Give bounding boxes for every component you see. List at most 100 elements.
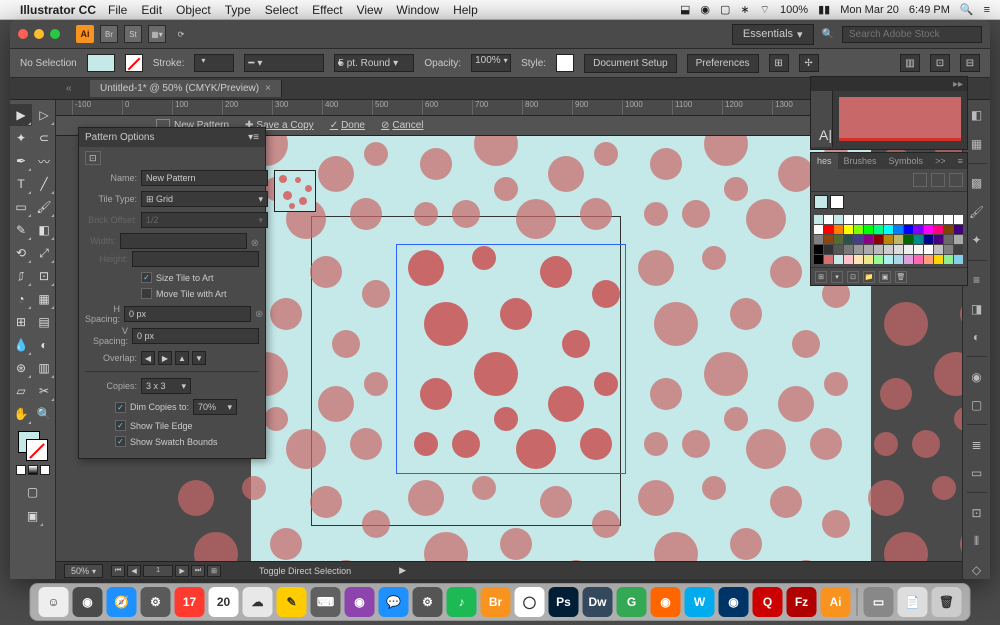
fill-swatch[interactable] (87, 54, 115, 72)
current-fill-swatch[interactable] (814, 195, 828, 209)
swatch-cell[interactable] (944, 225, 953, 234)
swatch-options-icon[interactable]: ⊡ (847, 271, 859, 283)
swatch-cell[interactable] (904, 245, 913, 254)
dock-layers-icon[interactable]: ≣ (967, 435, 987, 454)
zoom-level[interactable]: 50% (64, 564, 103, 578)
swatch-cell[interactable] (914, 215, 923, 224)
spotlight-icon[interactable]: 🔍 (960, 3, 974, 16)
swatch-cell[interactable] (864, 255, 873, 264)
dock-brushes-icon[interactable]: 🖌 (967, 203, 987, 222)
status-play-icon[interactable]: ▶ (399, 565, 406, 576)
swatch-cell[interactable] (834, 255, 843, 264)
swatch-cell[interactable] (844, 215, 853, 224)
eraser-tool[interactable]: ◧ (33, 219, 55, 241)
swatch-cell[interactable] (894, 225, 903, 234)
dock-styles-icon[interactable]: ▢ (967, 396, 987, 415)
swatch-kind-icon[interactable]: ▾ (831, 271, 843, 283)
dock-app[interactable]: ♪ (447, 587, 477, 617)
graph-tool[interactable]: ▥ (33, 357, 55, 379)
swatch-cell[interactable] (924, 225, 933, 234)
nav-collapse-icon[interactable]: ▸▸ (953, 79, 963, 89)
swatch-cell[interactable] (824, 215, 833, 224)
hand-tool[interactable]: ✋ (10, 403, 32, 425)
swatch-cell[interactable] (924, 215, 933, 224)
dropbox-icon[interactable]: ⬓ (680, 3, 690, 16)
dock-app[interactable]: 20 (209, 587, 239, 617)
swatch-cell[interactable] (834, 215, 843, 224)
close-window-button[interactable] (18, 29, 28, 39)
maximize-window-button[interactable] (50, 29, 60, 39)
swatch-cell[interactable] (864, 245, 873, 254)
new-group-icon[interactable]: 📁 (863, 271, 875, 283)
shaper-tool[interactable]: ✎ (10, 219, 32, 241)
document-tab[interactable]: Untitled-1* @ 50% (CMYK/Preview) × (90, 80, 282, 97)
swatch-cell[interactable] (844, 225, 853, 234)
menu-help[interactable]: Help (453, 3, 478, 17)
lasso-tool[interactable]: ⊂ (33, 127, 55, 149)
mesh-tool[interactable]: ⊞ (10, 311, 32, 333)
align-icon[interactable]: ⊞ (769, 54, 789, 72)
dock-app[interactable]: 17 (175, 587, 205, 617)
dock-transform-icon[interactable]: ◇ (967, 560, 987, 579)
swatch-cell[interactable] (854, 235, 863, 244)
pen-tool[interactable]: ✒ (10, 150, 32, 172)
swatch-cell[interactable] (934, 225, 943, 234)
dock-app[interactable]: ☺ (39, 587, 69, 617)
current-stroke-swatch[interactable] (830, 195, 844, 209)
zoom-tool[interactable]: 🔍 (33, 403, 55, 425)
swatch-cell[interactable] (914, 225, 923, 234)
screen-mode[interactable]: ▣ (22, 505, 44, 527)
swatch-cell[interactable] (894, 245, 903, 254)
dock-app[interactable]: ◯ (515, 587, 545, 617)
swatch-cell[interactable] (874, 235, 883, 244)
swatch-cell[interactable] (824, 235, 833, 244)
dock-appearance-icon[interactable]: ◉ (967, 367, 987, 386)
menu-view[interactable]: View (357, 3, 383, 17)
dock-app[interactable]: Ai (821, 587, 851, 617)
dock-color-icon[interactable]: ◧ (967, 106, 987, 125)
swatch-cell[interactable] (834, 225, 843, 234)
overlap-left[interactable]: ◀ (141, 351, 155, 365)
document-setup-button[interactable]: Document Setup (584, 54, 677, 73)
shape-builder-tool[interactable]: ◔ (10, 288, 32, 310)
cc-icon[interactable]: ◉ (700, 3, 710, 16)
curvature-tool[interactable]: 〰 (33, 150, 55, 172)
swatch-cell[interactable] (884, 245, 893, 254)
swatch-cell[interactable] (934, 245, 943, 254)
misc-icon-3[interactable]: ⊟ (960, 54, 980, 72)
dim-copies-value[interactable]: 70%▾ (193, 399, 237, 415)
pager-last[interactable]: ⏭ (191, 565, 205, 577)
dock-gradient-icon[interactable]: ◨ (967, 299, 987, 318)
dock-swatches-icon[interactable]: ▩ (967, 174, 987, 193)
dock-app[interactable]: ◉ (345, 587, 375, 617)
dock-stroke-icon[interactable]: ≡ (967, 271, 987, 290)
character-panel-icon[interactable]: A| (815, 123, 836, 147)
dock-libraries-icon[interactable]: ⊡ (967, 503, 987, 522)
color-mode-none[interactable] (40, 465, 50, 475)
dock-app[interactable]: G (617, 587, 647, 617)
swatch-cell[interactable] (824, 225, 833, 234)
adobe-stock-search-input[interactable] (842, 26, 982, 43)
swatch-cell[interactable] (814, 235, 823, 244)
swatch-cell[interactable] (844, 255, 853, 264)
panel-menu-icon[interactable]: ▾≡ (248, 132, 259, 143)
swatch-cell[interactable] (874, 255, 883, 264)
menu-icon[interactable]: ≡ (984, 4, 990, 16)
swatch-cell[interactable] (824, 245, 833, 254)
swatch-cell[interactable] (894, 255, 903, 264)
swatch-view-list-icon[interactable] (931, 173, 945, 187)
menu-file[interactable]: File (108, 3, 127, 17)
gradient-tool[interactable]: ▤ (33, 311, 55, 333)
navigator-preview[interactable] (839, 97, 961, 141)
swatch-cell[interactable] (944, 255, 953, 264)
swatch-cell[interactable] (914, 245, 923, 254)
stroke-swatch[interactable] (125, 54, 143, 72)
dock-align-icon[interactable]: ⫴ (967, 532, 987, 551)
arrange-docs-icon[interactable]: ▦▾ (148, 25, 166, 43)
display-icon[interactable]: ▢ (720, 3, 730, 16)
misc-icon-2[interactable]: ⊡ (930, 54, 950, 72)
swatch-cell[interactable] (864, 215, 873, 224)
swatch-cell[interactable] (914, 235, 923, 244)
swatch-cell[interactable] (854, 245, 863, 254)
menu-effect[interactable]: Effect (312, 3, 342, 17)
